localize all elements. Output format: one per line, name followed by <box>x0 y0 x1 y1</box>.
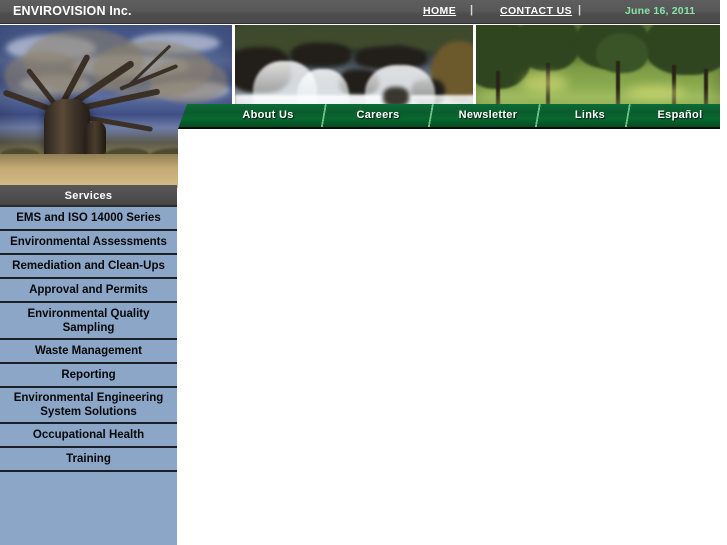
sidebar-item-reporting[interactable]: Reporting <box>0 364 177 388</box>
nav-tab-about-us[interactable]: About Us <box>213 104 323 127</box>
sidebar-item-approval-and-permits[interactable]: Approval and Permits <box>0 279 177 303</box>
main-content-area <box>178 129 720 545</box>
nav-tab-careers[interactable]: Careers <box>323 104 433 127</box>
sidebar-item-waste-management[interactable]: Waste Management <box>0 340 177 364</box>
top-separator-1: | <box>470 4 474 16</box>
current-date: June 16, 2011 <box>625 5 696 17</box>
sidebar-item-environmental-quality-sampling[interactable]: Environmental Quality Sampling <box>0 303 177 340</box>
sidebar-item-environmental-assessments[interactable]: Environmental Assessments <box>0 231 177 255</box>
top-bar: ENVIROVISION Inc. HOME | CONTACT US | Ju… <box>0 0 720 24</box>
nav-tab-espa-ol[interactable]: Español <box>630 104 727 127</box>
sidebar-item-occupational-health[interactable]: Occupational Health <box>0 424 177 448</box>
top-separator-2: | <box>578 4 582 16</box>
page-right-gutter <box>720 0 727 545</box>
sidebar-item-remediation-and-clean-ups[interactable]: Remediation and Clean-Ups <box>0 255 177 279</box>
sidebar-header: Services <box>0 185 177 207</box>
top-link-home[interactable]: HOME <box>423 5 456 17</box>
services-sidebar: Services EMS and ISO 14000 Series Environ… <box>0 185 177 545</box>
sidebar-item-list: EMS and ISO 14000 Series Environmental As… <box>0 207 177 472</box>
site-brand: ENVIROVISION Inc. <box>13 4 132 18</box>
sidebar-item-training[interactable]: Training <box>0 448 177 472</box>
nav-tab-links[interactable]: Links <box>540 104 640 127</box>
page-root: ENVIROVISION Inc. HOME | CONTACT US | Ju… <box>0 0 727 545</box>
sidebar-item-environmental-engineering-system-solutions[interactable]: Environmental Engineering System Solutio… <box>0 388 177 424</box>
nav-tab-newsletter[interactable]: Newsletter <box>433 104 543 127</box>
sidebar-item-ems-and-iso-14000-series[interactable]: EMS and ISO 14000 Series <box>0 207 177 231</box>
main-navigation: About Us Careers Newsletter Links Español <box>178 104 720 129</box>
top-link-contact-us[interactable]: CONTACT US <box>500 5 572 17</box>
